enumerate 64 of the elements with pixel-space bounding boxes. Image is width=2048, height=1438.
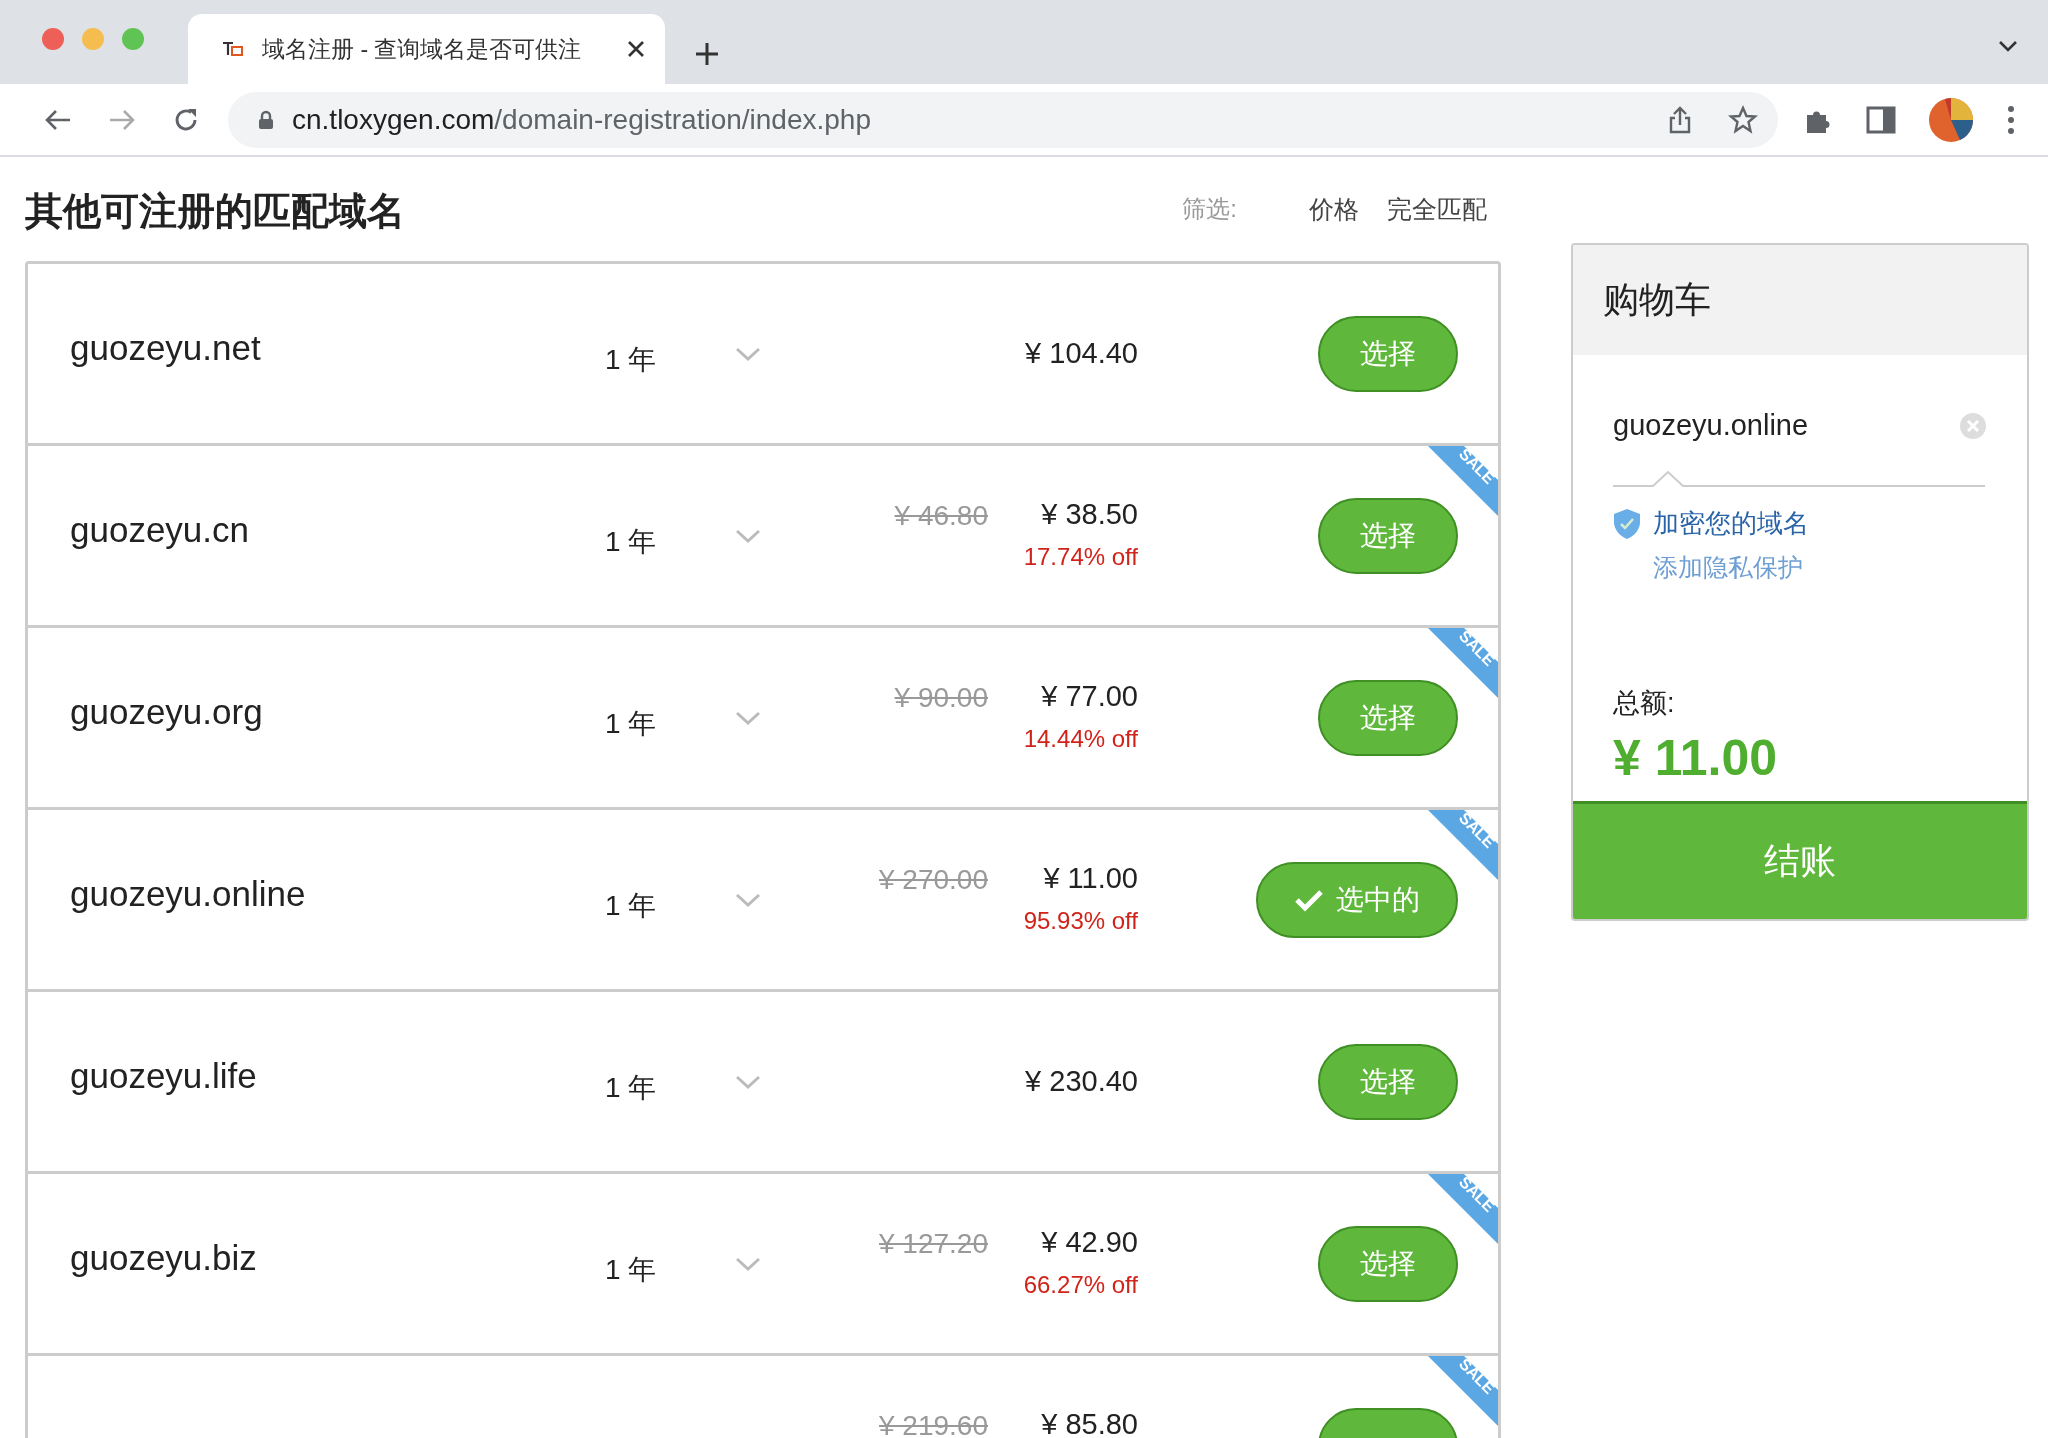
discount-text: 95.93% off (1023, 907, 1138, 935)
browser-tab[interactable]: 域名注册 - 查询域名是否可供注 (188, 14, 665, 84)
price: ¥ 230.40 (1025, 1065, 1138, 1098)
filter-label: 筛选: (1182, 194, 1237, 224)
total-label: 总额: (1613, 687, 1676, 720)
select-button[interactable]: 选择 (1318, 1225, 1458, 1302)
term-value: 1 年 (605, 342, 658, 377)
shield-icon (1613, 507, 1641, 540)
term-value: 1 年 (605, 1070, 658, 1105)
avatar-icon[interactable] (1928, 96, 1974, 143)
original-price: ¥ 46.80 (894, 499, 988, 532)
original-price: ¥ 219.60 (879, 1409, 988, 1438)
domain-name: guozeyu.life (70, 1055, 258, 1096)
original-price: ¥ 90.00 (894, 681, 988, 714)
address-bar[interactable]: cn.tloxygen.com/domain-registration/index.php (228, 91, 1778, 148)
discount-text: 14.44% off (1023, 725, 1138, 753)
filter-option[interactable]: 价格 (1309, 192, 1359, 226)
tab-title: 域名注册 - 查询域名是否可供注 (262, 34, 583, 64)
original-price: ¥ 270.00 (879, 863, 988, 896)
forward-icon[interactable] (108, 107, 136, 132)
filter-option[interactable]: 完全匹配 (1387, 192, 1487, 226)
lock-icon (258, 109, 274, 130)
site-favicon-icon (222, 41, 244, 57)
domain-name: guozeyu.cn (70, 509, 251, 550)
domain-name: guozeyu.online (70, 873, 307, 914)
discount-text: 66.27% off (1023, 1271, 1138, 1299)
back-icon[interactable] (44, 107, 72, 132)
price: ¥ 85.80 (1041, 1408, 1138, 1438)
close-icon[interactable] (627, 40, 645, 58)
cart-title: 购物车 (1603, 277, 1711, 322)
sidebar-icon[interactable] (1866, 104, 1896, 135)
discount-text: 17.74% off (1023, 543, 1138, 571)
domain-name: guozeyu.org (70, 691, 264, 732)
term-value: 1 年 (605, 1252, 658, 1287)
checkmark-icon (1294, 887, 1324, 912)
privacy-title: 加密您的域名 (1653, 507, 1810, 540)
privacy-link[interactable]: 添加隐私保护 (1653, 551, 1987, 584)
checkout-button[interactable]: 结账 (1573, 801, 2027, 919)
chevron-icon[interactable] (1998, 40, 2018, 52)
section-heading: 其他可注册的匹配域名 (25, 188, 406, 234)
star-icon[interactable] (1728, 104, 1758, 135)
domain-name: guozeyu.net (70, 327, 262, 368)
term-value: 1 年 (605, 706, 658, 741)
price: ¥ 11.00 (1043, 862, 1138, 895)
original-price: ¥ 127.20 (879, 1227, 988, 1260)
total-amount: ¥ 11.00 (1613, 729, 1779, 787)
price: ¥ 38.50 (1041, 498, 1138, 531)
close-window-button[interactable] (42, 28, 64, 50)
price: ¥ 104.40 (1025, 337, 1138, 370)
new-tab-icon[interactable] (695, 42, 719, 66)
select-button[interactable]: 选择 (1318, 1043, 1458, 1120)
menu-icon[interactable] (2006, 104, 2016, 135)
select-button[interactable]: 选择 (1318, 497, 1458, 574)
term-value: 1 年 (605, 524, 658, 559)
price: ¥ 77.00 (1041, 680, 1138, 713)
url-text: cn.tloxygen.com/domain-registration/index.php (292, 103, 872, 136)
selected-button[interactable]: 选中的 (1256, 861, 1458, 938)
domain-name: guozeyu.biz (70, 1237, 258, 1278)
share-icon[interactable] (1668, 104, 1692, 135)
price: ¥ 42.90 (1041, 1226, 1138, 1259)
cart-item: guozeyu.online (1613, 409, 1809, 442)
term-value: 1 年 (605, 888, 658, 923)
select-button[interactable]: 选择 (1318, 315, 1458, 392)
select-button[interactable]: 选择 (1318, 679, 1458, 756)
